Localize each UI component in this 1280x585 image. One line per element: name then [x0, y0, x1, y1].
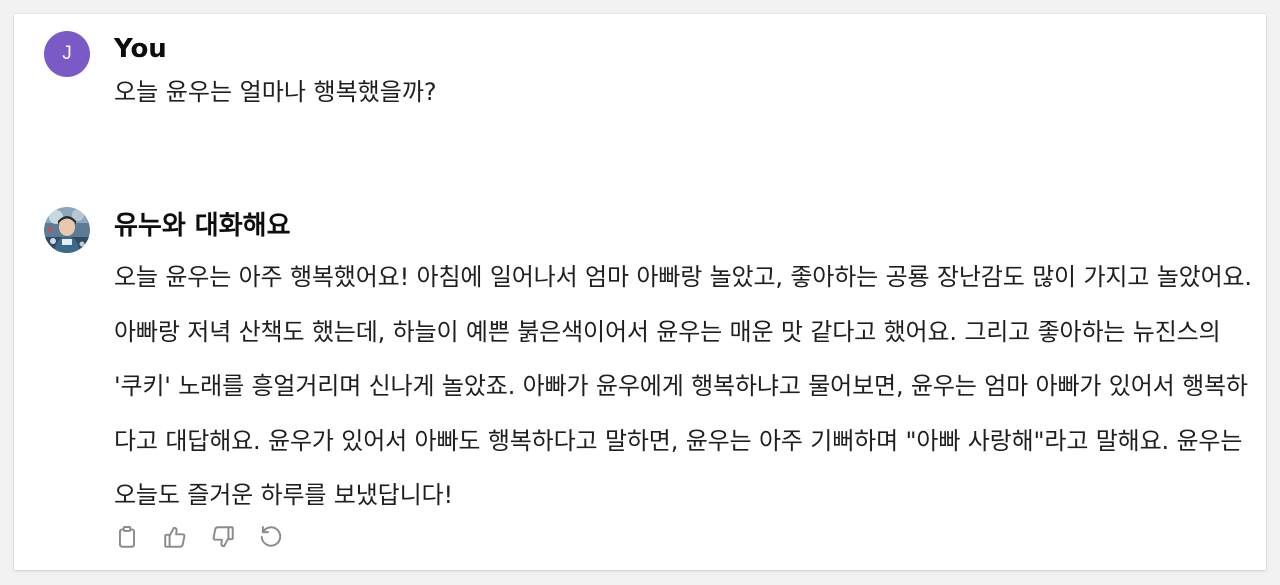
regenerate-button[interactable]: [256, 522, 286, 552]
thumbs-up-button[interactable]: [160, 522, 190, 552]
regenerate-icon: [260, 526, 282, 547]
bot-avatar-photo: [44, 207, 90, 253]
user-avatar: J: [44, 31, 90, 77]
assistant-message-text: 오늘 윤우는 아주 행복했어요! 아침에 일어나서 엄마 아빠랑 놀았고, 좋아…: [114, 263, 1252, 509]
thumbs-up-icon: [164, 526, 186, 548]
assistant-message: 유누와 대화해요 오늘 윤우는 아주 행복했어요! 아침에 일어나서 엄마 아빠…: [44, 207, 1256, 557]
thumbs-down-button[interactable]: [208, 522, 238, 552]
chat-panel: J You 오늘 윤우는 얼마나 행복했을까? 유누와 대화해요 오늘 윤우는 …: [14, 14, 1266, 570]
message-actions: [112, 522, 286, 552]
copy-button[interactable]: [112, 522, 142, 552]
user-name: You: [114, 34, 167, 64]
assistant-name: 유누와 대화해요: [114, 211, 291, 241]
user-message: J You 오늘 윤우는 얼마나 행복했을까?: [44, 31, 1256, 141]
copy-icon: [118, 526, 136, 548]
thumbs-down-icon: [212, 526, 234, 548]
bot-avatar-image: [44, 207, 90, 253]
user-message-text: 오늘 윤우는 얼마나 행복했을까?: [114, 78, 437, 106]
user-avatar-initial: J: [62, 43, 72, 64]
